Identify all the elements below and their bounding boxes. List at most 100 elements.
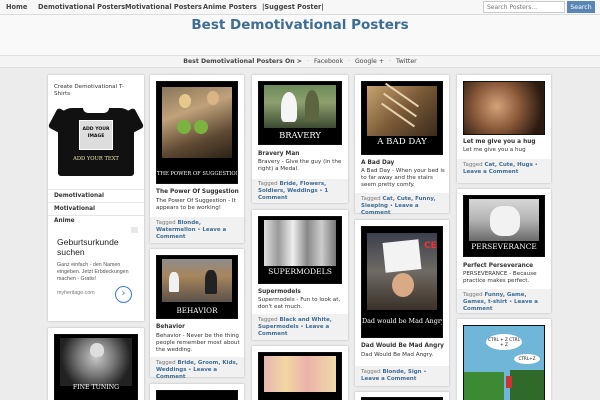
twitter-link[interactable]: Twitter xyxy=(396,58,417,65)
poster-description: The Power Of Suggestion - It appears to … xyxy=(156,198,236,211)
poster-title[interactable]: The Power Of Suggestion xyxy=(156,189,239,195)
poster-title[interactable]: Perfect Perseverance xyxy=(463,263,533,269)
nav-demotivational[interactable]: Demotivational Posters xyxy=(38,3,125,11)
poster-description: Let me give you a hug xyxy=(463,147,526,153)
tshirt-caption: ADD YOUR TEXT xyxy=(73,156,119,162)
poster-description: A Bad Day - When your bed is to far away… xyxy=(361,168,445,188)
poster-caption: BEHAVIOR xyxy=(176,306,218,315)
poster-tags: Tagged Funny, Game, Games, t-shirt • Lea… xyxy=(457,289,551,313)
tag-label: Tagged xyxy=(361,369,381,375)
poster-card-cakes xyxy=(252,346,348,400)
google-plus-link[interactable]: Google + xyxy=(355,58,384,65)
search-input[interactable] xyxy=(483,1,565,13)
tshirt-image[interactable]: ADD YOUR IMAGE ADD YOUR TEXT xyxy=(47,102,145,178)
ad-body: Ganz einfach - den Namen eingeben. Jetzt… xyxy=(57,262,129,282)
comment-count[interactable]: 1 xyxy=(324,188,328,194)
tag-label: Tagged xyxy=(258,181,278,187)
sidebar-link-demotivational[interactable]: Demotivational xyxy=(54,193,104,199)
poster-tags: Tagged Blonde, Watermellon • Leave a Com… xyxy=(150,217,244,243)
poster-tags: Tagged Cat, Cute, Hugs • Leave a Comment xyxy=(457,159,551,183)
poster-title[interactable]: Behavior xyxy=(156,324,185,330)
poster-image[interactable]: BEHAVIOR xyxy=(156,255,238,319)
poster-image[interactable]: BRAVERY xyxy=(258,81,342,145)
poster-image[interactable] xyxy=(463,81,545,135)
ad-url[interactable]: myheritage.com xyxy=(57,290,95,296)
poster-card-bravery: BRAVERY Bravery Man Bravery - Give the g… xyxy=(252,75,348,203)
poster-card-behavior: BEHAVIOR Behavior Behavior - Never be th… xyxy=(150,249,244,380)
poster-title[interactable]: Dad Would Be Mad Angry xyxy=(361,343,444,349)
site-title[interactable]: Best Demotivational Posters xyxy=(0,17,600,33)
tshirt-image-placeholder: ADD YOUR IMAGE xyxy=(79,120,113,150)
leave-comment-link[interactable]: Leave a Comment xyxy=(463,169,518,175)
nav-suggest[interactable]: |Suggest Poster| xyxy=(262,3,324,11)
poster-card-partial xyxy=(150,384,244,400)
search-button[interactable]: Search xyxy=(567,1,595,13)
social-bar: Best Demotivational Posters On > · Faceboo… xyxy=(0,55,600,68)
poster-image[interactable] xyxy=(258,352,342,400)
poster-tags: Tagged Black and White, Supermodels • Le… xyxy=(252,314,348,340)
nav-motivational[interactable]: Motivational Posters xyxy=(125,3,202,11)
poster-caption: PERSEVERANCE xyxy=(471,242,537,251)
poster-card-partial xyxy=(355,392,449,400)
tag-label: Tagged xyxy=(258,317,278,323)
tag-label: Tagged xyxy=(361,196,381,202)
ad-arrow-icon[interactable]: › xyxy=(115,286,132,303)
poster-tags: Tagged Bride, Flowers, Soldiers, Wedding… xyxy=(252,179,348,203)
poster-card-ctrl-z: CTRL + Z CTRL + Z CTRL+Z xyxy=(457,319,551,400)
facebook-link[interactable]: Facebook xyxy=(314,58,343,65)
poster-card-hug: Let me give you a hug Let me give you a … xyxy=(457,75,551,183)
poster-image[interactable]: CTRL + Z CTRL + Z CTRL+Z xyxy=(463,325,545,400)
tag-links[interactable]: Cat, Cute, Hugs xyxy=(484,162,532,168)
tag-label: Tagged xyxy=(156,220,176,226)
tag-label: Tagged xyxy=(463,292,483,298)
nav-anime[interactable]: Anime Posters xyxy=(203,3,257,11)
poster-description: Bravery - Give the guy (in the right) a … xyxy=(258,159,342,172)
poster-image[interactable]: THE POWER OF SUGGESTION xyxy=(156,81,238,184)
poster-card-supermodels: SUPERMODELS Supermodels Supermodels - Fu… xyxy=(252,210,348,340)
tag-label: Tagged xyxy=(156,360,176,366)
poster-caption: A BAD DAY xyxy=(377,137,427,147)
top-nav-bar: Home Demotivational Posters Motivational… xyxy=(0,0,600,15)
sidebar-link-anime[interactable]: Anime xyxy=(54,218,75,224)
poster-title[interactable]: Supermodels xyxy=(258,289,301,295)
poster-caption: Dad would be Mad Angry xyxy=(362,317,443,325)
speech-bubble: CTRL+Z xyxy=(514,354,540,364)
poster-image[interactable]: FINE TUNING xyxy=(54,334,138,400)
poster-description: Supermodels - Fun to look at, don't eat … xyxy=(258,297,341,310)
poster-card-perseverance: PERSEVERANCE Perfect Perseverance PERSEV… xyxy=(457,189,551,313)
leave-comment-link[interactable]: Leave a Comment xyxy=(361,376,416,382)
poster-tags: Tagged Cat, Cute, Funny, Sleeping • Leav… xyxy=(355,193,449,216)
nav-home[interactable]: Home xyxy=(6,3,27,11)
poster-title[interactable]: A Bad Day xyxy=(361,160,394,166)
poster-description: PERSEVERANCE - Because practice makes pe… xyxy=(463,271,537,284)
poster-tags: Tagged Bride, Groom, Kids, Weddings • Le… xyxy=(150,357,244,380)
poster-image[interactable]: CE Dad would be Mad Angry xyxy=(361,226,443,338)
poster-image[interactable]: SUPERMODELS xyxy=(258,216,342,284)
poster-caption: FINE TUNING xyxy=(72,384,120,391)
poster-image[interactable]: A BAD DAY xyxy=(361,81,443,155)
poster-title[interactable]: Bravery Man xyxy=(258,151,299,157)
site-header: Best Demotivational Posters xyxy=(0,15,600,55)
poster-description: Behavior - Never be the thing people rem… xyxy=(156,333,240,353)
separator: · xyxy=(348,58,351,65)
poster-caption: BRAVERY xyxy=(279,130,321,140)
ad-choices-icon[interactable] xyxy=(131,227,138,233)
comment-link[interactable]: Comment xyxy=(258,195,288,201)
poster-card-dad: CE Dad would be Mad Angry Dad Would Be M… xyxy=(355,220,449,386)
separator: · xyxy=(307,58,309,65)
poster-caption: THE POWER OF SUGGESTION xyxy=(157,171,238,177)
poster-image[interactable]: PERSEVERANCE xyxy=(463,195,545,257)
social-bar-lead: Best Demotivational Posters On > xyxy=(183,58,302,65)
tshirt-promo-text[interactable]: Create Demotivational T-Shirts xyxy=(54,84,138,98)
poster-image[interactable] xyxy=(156,390,238,400)
ad-title[interactable]: Geburtsurkunde suchen xyxy=(57,237,137,257)
sidebar-link-motivational[interactable]: Motivational xyxy=(54,206,95,212)
poster-card-power: THE POWER OF SUGGESTION The Power Of Sug… xyxy=(150,75,244,243)
poster-title[interactable]: Let me give you a hug xyxy=(463,139,536,145)
tag-links[interactable]: Blonde, Sign xyxy=(382,369,421,375)
separator: · xyxy=(389,58,391,65)
poster-description: Dad Would Be Mad Angry. xyxy=(361,352,434,358)
poster-card-fine-tuning: FINE TUNING xyxy=(48,328,144,400)
tag-label: Tagged xyxy=(463,162,483,168)
poster-caption: SUPERMODELS xyxy=(268,267,332,276)
